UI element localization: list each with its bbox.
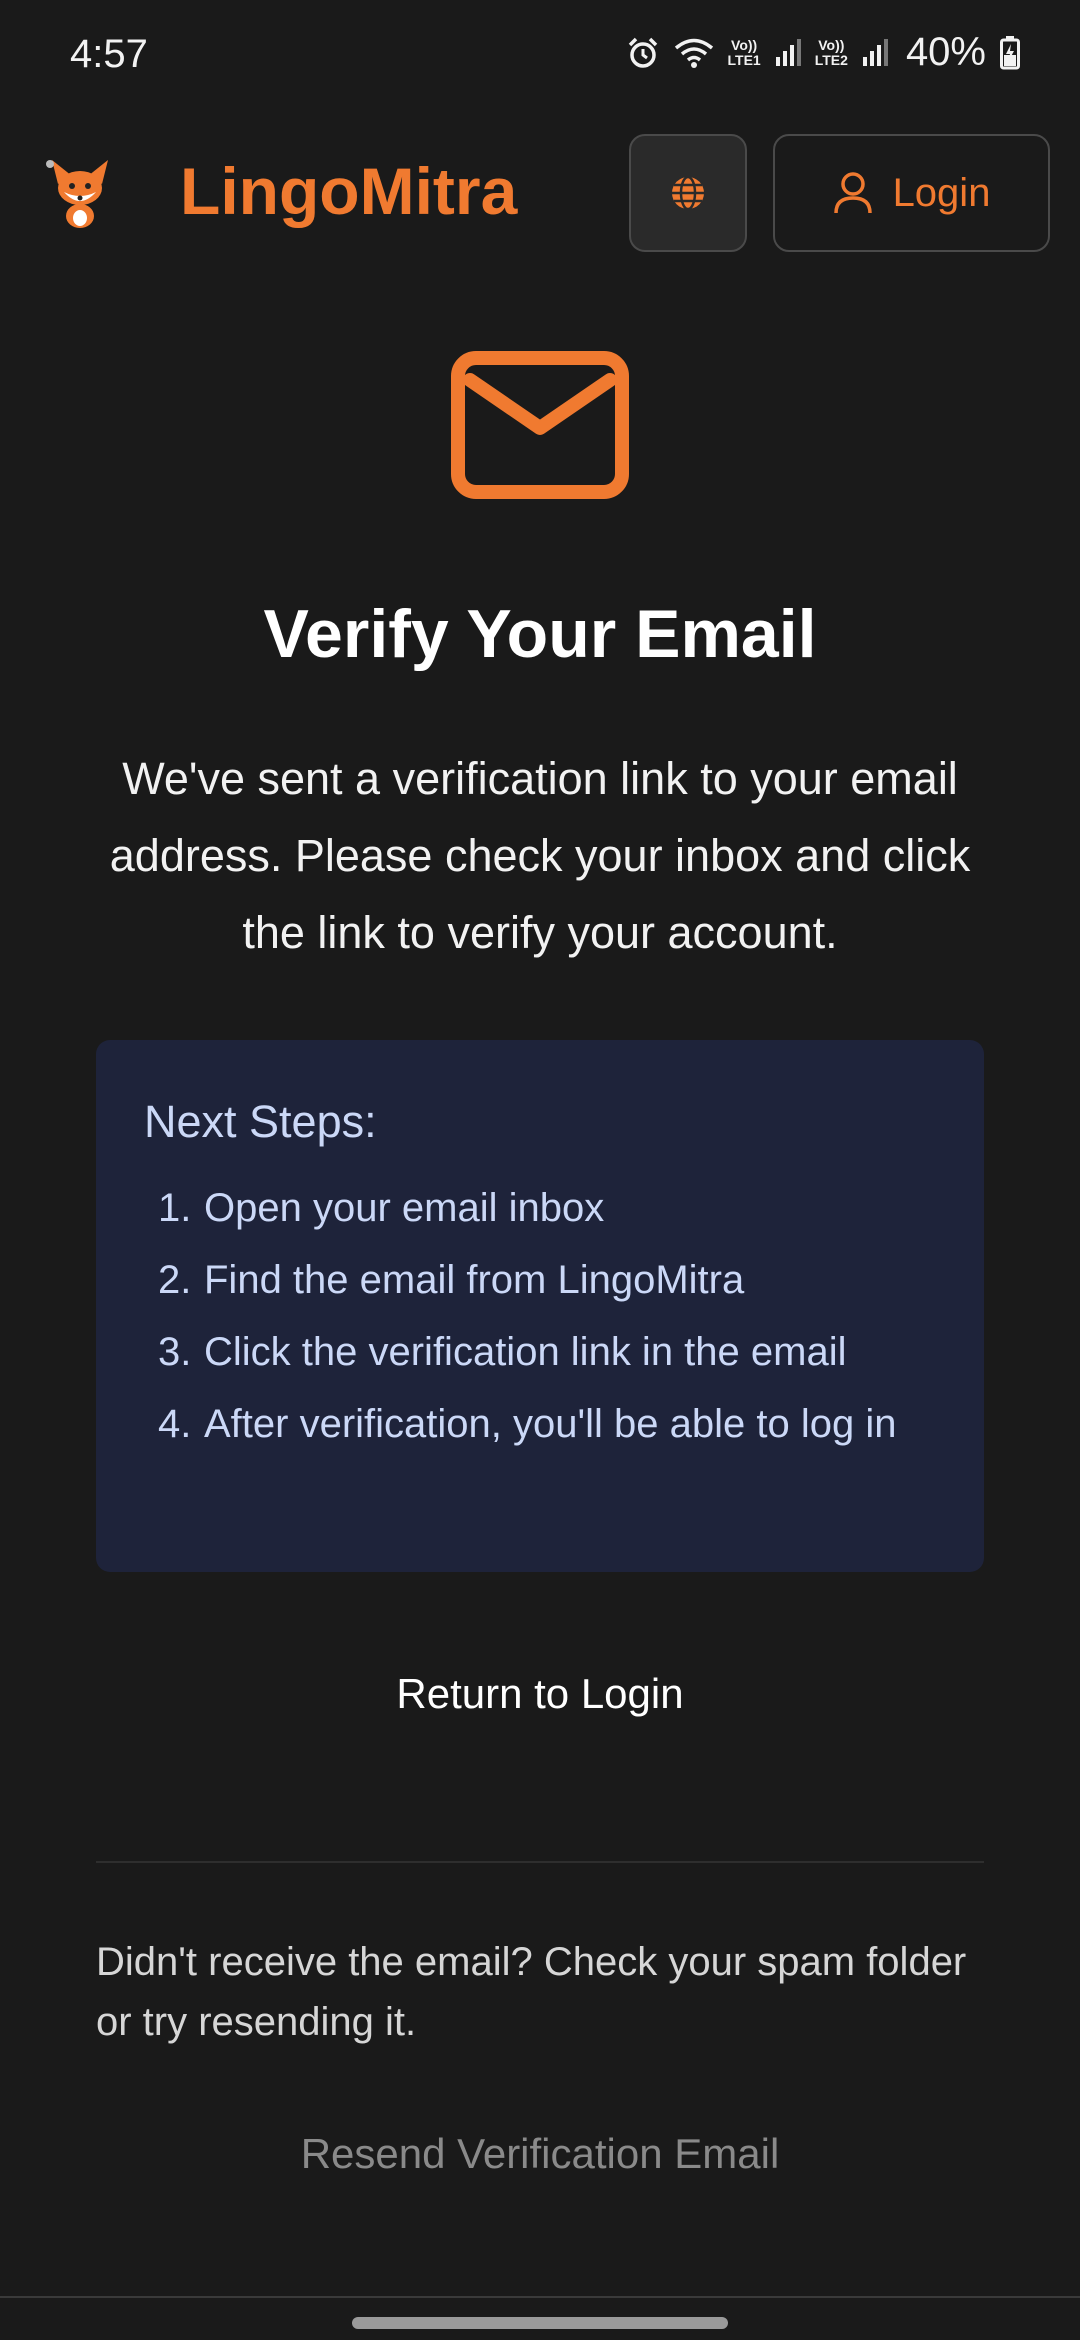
- list-item: 2. Find the email from LingoMitra: [158, 1258, 745, 1302]
- next-steps-panel: Next Steps: 1. Open your email inbox 2. …: [96, 1040, 984, 1572]
- page-title: Verify Your Email: [263, 596, 817, 672]
- alarm-icon: [628, 37, 657, 68]
- battery-charging-icon: [1000, 35, 1020, 69]
- list-item: 3. Click the verification link in the em…: [158, 1330, 847, 1374]
- status-time: 4:57: [70, 32, 148, 76]
- app-header: LingoMitra Login: [0, 128, 1080, 258]
- fox-logo-icon: [46, 160, 108, 228]
- signal-icon-sim2: [862, 38, 888, 66]
- verify-email-screen: 4:57 Vo)) LTE1 Vo)) LTE2 40% LingoMitra …: [0, 0, 1080, 2340]
- list-item: 4. After verification, you'll be able to…: [158, 1402, 897, 1446]
- resend-help-text: Didn't receive the email? Check your spa…: [96, 1940, 967, 2044]
- login-label: Login: [892, 170, 991, 215]
- brand-name[interactable]: LingoMitra: [180, 153, 517, 229]
- divider: [96, 1861, 984, 1863]
- battery-percent: 40%: [905, 30, 986, 74]
- return-to-login-link[interactable]: Return to Login: [0, 1670, 1080, 1718]
- wifi-icon: [674, 38, 713, 68]
- list-item: 1. Open your email inbox: [158, 1186, 605, 1230]
- language-button[interactable]: [629, 134, 747, 252]
- nav-bar-divider: [0, 2296, 1080, 2298]
- home-indicator[interactable]: [352, 2317, 728, 2329]
- status-bar: 4:57 Vo)) LTE1 Vo)) LTE2 40%: [0, 0, 1080, 112]
- signal-icon-sim1: [775, 38, 801, 66]
- sim2-indicator: Vo)) LTE2: [814, 36, 848, 68]
- verification-description: We've sent a verification link to your e…: [109, 753, 971, 958]
- globe-icon: [672, 175, 704, 211]
- user-icon: [833, 172, 872, 214]
- status-icons: Vo)) LTE1 Vo)) LTE2 40%: [626, 30, 1020, 75]
- next-steps-list: 1. Open your email inbox 2. Find the ema…: [144, 1178, 936, 1454]
- mail-icon: [451, 351, 629, 499]
- login-button[interactable]: Login: [773, 134, 1050, 252]
- resend-verification-button[interactable]: Resend Verification Email: [0, 2130, 1080, 2178]
- next-steps-title: Next Steps:: [144, 1096, 377, 1147]
- sim1-indicator: Vo)) LTE1: [727, 36, 761, 68]
